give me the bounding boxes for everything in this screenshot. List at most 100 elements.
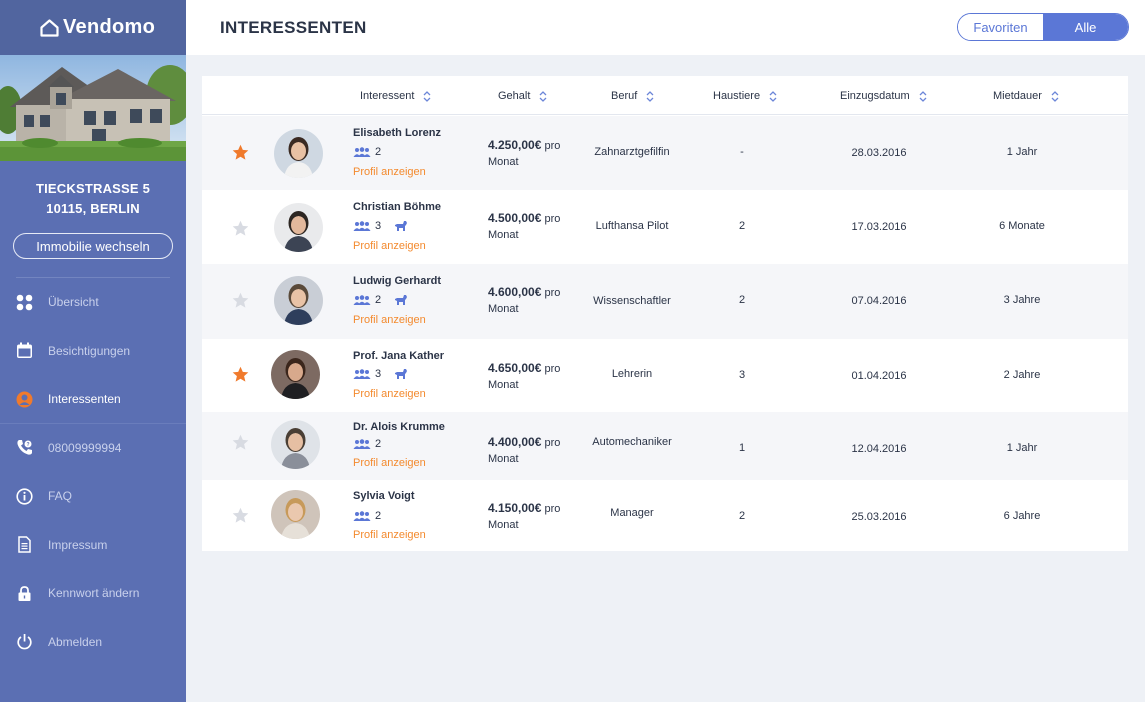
nav-label: Interessenten (48, 392, 121, 407)
nav-label: Kennwort ändern (48, 586, 140, 601)
nav-item-faq[interactable]: FAQ (0, 472, 186, 521)
brand[interactable]: Vendomo (0, 0, 186, 55)
nav-item-logout[interactable]: Abmelden (0, 618, 186, 667)
switch-property-button[interactable]: Immobilie wechseln (13, 233, 173, 259)
table-header: Interessent Gehalt Beruf Haustiere Einzu… (202, 76, 1128, 115)
prospect-name: Sylvia Voigt (353, 490, 415, 502)
job-cell: Automechaniker (592, 436, 672, 448)
toggle-all[interactable]: Alle (1043, 14, 1128, 40)
persons-count: 3 (375, 368, 382, 380)
calendar-icon (16, 342, 33, 359)
column-label: Einzugsdatum (840, 90, 910, 102)
salary-amount: 4.600,00€ (488, 285, 542, 299)
favorite-star-icon[interactable] (232, 434, 249, 451)
duration-cell: 1 Jahr (1006, 146, 1038, 158)
persons-count: 2 (375, 146, 382, 158)
move-in-cell: 07.04.2016 (851, 295, 907, 307)
people-icon (353, 369, 371, 379)
favorite-star-icon[interactable] (232, 507, 249, 524)
table-row[interactable]: Sylvia Voigt 2 Profil anzeigen 4.150,00€ pr… (202, 480, 1128, 551)
table-row[interactable]: Christian Böhme 3 Profil anzeigen 4.500,00€… (202, 190, 1128, 264)
avatar[interactable] (271, 490, 320, 539)
salary-amount: 4.150,00€ (488, 501, 542, 515)
sort-icon (646, 90, 654, 102)
person-icon (16, 391, 33, 408)
address-street: TIECKSTRASSE 5 (35, 181, 151, 196)
people-icon (353, 295, 371, 305)
pets-cell: 3 (738, 369, 746, 381)
avatar[interactable] (271, 420, 320, 469)
pets-cell: 2 (738, 510, 746, 522)
column-header-job[interactable]: Beruf (611, 90, 654, 102)
household-info: 2 (353, 438, 381, 450)
sort-icon (539, 90, 547, 102)
pets-cell: - (740, 146, 744, 158)
nav-label: FAQ (48, 489, 73, 504)
persons-count: 3 (375, 220, 382, 232)
profile-link[interactable]: Profil anzeigen (353, 314, 426, 326)
salary: 4.650,00€ pro Monat (488, 361, 561, 391)
sort-icon (423, 90, 431, 102)
people-icon (353, 147, 371, 157)
salary-amount: 4.500,00€ (488, 211, 542, 225)
persons-count: 2 (375, 294, 382, 306)
profile-link[interactable]: Profil anzeigen (353, 240, 426, 252)
nav-item-overview[interactable]: Übersicht (0, 278, 186, 327)
persons-count: 2 (375, 438, 382, 450)
people-icon (353, 221, 371, 231)
column-label: Interessent (360, 90, 415, 102)
move-in-cell: 17.03.2016 (851, 221, 907, 233)
phone-icon: ? (16, 439, 33, 456)
profile-link[interactable]: Profil anzeigen (353, 457, 426, 469)
job-cell: Wissenschaftler (593, 295, 671, 307)
toggle-favorites[interactable]: Favoriten (958, 14, 1043, 40)
household-info: 3 (353, 368, 408, 380)
profile-link[interactable]: Profil anzeigen (353, 166, 426, 178)
sidebar: Vendomo TIECKSTRASSE 5 10115, BERLIN Imm… (0, 0, 186, 702)
profile-link[interactable]: Profil anzeigen (353, 388, 426, 400)
document-icon (16, 536, 33, 553)
avatar[interactable] (271, 350, 320, 399)
nav-item-imprint[interactable]: Impressum (0, 521, 186, 570)
table-row[interactable]: Dr. Alois Krumme 2 Profil anzeigen 4.400,00… (202, 412, 1128, 480)
sidebar-nav: Übersicht Besichtigungen Interessenten ?… (0, 278, 186, 666)
household-info: 3 (353, 220, 408, 232)
nav-item-prospects[interactable]: Interessenten (0, 375, 186, 424)
salary: 4.250,00€ pro Monat (488, 138, 561, 168)
sort-icon (919, 90, 927, 102)
salary: 4.150,00€ pro Monat (488, 501, 561, 531)
favorite-star-icon[interactable] (232, 292, 249, 309)
column-header-duration[interactable]: Mietdauer (993, 90, 1059, 102)
nav-label: Impressum (48, 537, 108, 552)
avatar[interactable] (274, 203, 323, 252)
avatar[interactable] (274, 276, 323, 325)
column-header-prospect[interactable]: Interessent (360, 90, 431, 102)
page-title: INTERESSENTEN (220, 18, 367, 37)
grid-icon (16, 294, 33, 311)
duration-cell: 6 Jahre (1003, 510, 1041, 522)
nav-item-phone[interactable]: ? 08009999994 (0, 424, 186, 473)
table-row[interactable]: Elisabeth Lorenz 2 Profil anzeigen 4.250,00… (202, 116, 1128, 190)
table-row[interactable]: Ludwig Gerhardt 2 Profil anzeigen 4.600,00€… (202, 264, 1128, 339)
profile-link[interactable]: Profil anzeigen (353, 529, 426, 541)
salary-amount: 4.650,00€ (488, 361, 542, 375)
favorite-star-icon[interactable] (232, 220, 249, 237)
column-header-pets[interactable]: Haustiere (713, 90, 777, 102)
nav-item-viewings[interactable]: Besichtigungen (0, 327, 186, 376)
job-cell: Zahnarztgefilfin (594, 146, 670, 158)
prospect-name: Elisabeth Lorenz (353, 127, 442, 139)
column-header-salary[interactable]: Gehalt (498, 90, 547, 102)
table-row[interactable]: Prof. Jana Kather 3 Profil anzeigen 4.650,0… (202, 339, 1128, 412)
home-logo-icon (40, 18, 59, 37)
nav-item-change-password[interactable]: Kennwort ändern (0, 569, 186, 618)
sort-icon (769, 90, 777, 102)
favorite-star-icon-active[interactable] (232, 366, 249, 383)
favorite-star-icon-active[interactable] (232, 144, 249, 161)
nav-label: Besichtigungen (48, 343, 131, 358)
salary-amount: 4.400,00€ (488, 435, 542, 449)
duration-cell: 3 Jahre (1003, 294, 1041, 306)
column-header-move-in[interactable]: Einzugsdatum (840, 90, 927, 102)
nav-label: Abmelden (48, 634, 103, 649)
prospects-table: Interessent Gehalt Beruf Haustiere Einzu… (202, 76, 1128, 551)
avatar[interactable] (274, 129, 323, 178)
